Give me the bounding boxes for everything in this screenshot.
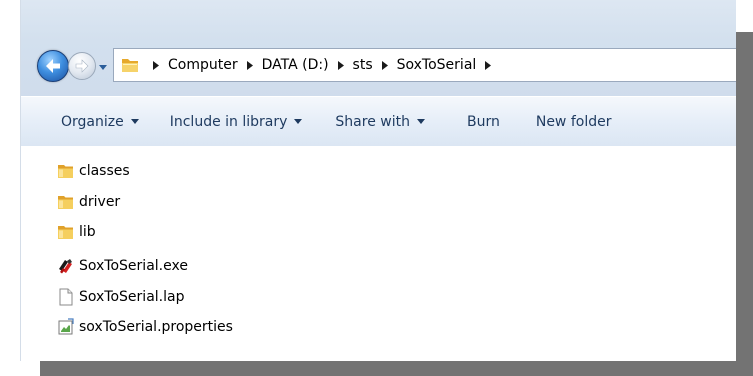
burn-label: Burn <box>466 113 500 130</box>
file-name: soxToSerial.properties <box>79 319 233 335</box>
chevron-down-icon[interactable] <box>98 62 108 72</box>
file-name: driver <box>79 194 121 210</box>
file-list: classes driver lib SoxToSerial.exe SoxTo… <box>21 146 736 361</box>
folder-icon <box>58 226 73 239</box>
file-name: classes <box>79 163 130 179</box>
folder-icon <box>58 165 73 178</box>
file-item-classes[interactable]: classes <box>57 160 130 182</box>
explorer-window: Computer DATA (D:) sts SoxToSerial Organ… <box>20 0 736 361</box>
share-with-button[interactable]: Share with <box>335 114 425 130</box>
organize-label: Organize <box>61 113 124 130</box>
address-bar[interactable]: Computer DATA (D:) sts SoxToSerial <box>113 48 736 82</box>
forward-button[interactable] <box>68 52 96 80</box>
back-arrow-icon <box>46 59 60 73</box>
include-in-library-button[interactable]: Include in library <box>170 114 303 130</box>
file-item-soxtoserial-exe[interactable]: SoxToSerial.exe <box>57 255 188 277</box>
properties-file-icon <box>58 318 74 335</box>
command-bar: Organize Include in library Share with B… <box>21 96 736 146</box>
file-name: lib <box>79 224 96 240</box>
breadcrumb-separator-icon[interactable] <box>379 57 391 73</box>
breadcrumb-separator-icon[interactable] <box>150 57 162 73</box>
breadcrumb-soxtoserial[interactable]: SoxToSerial <box>395 57 479 73</box>
window-shadow-right <box>735 32 753 376</box>
breadcrumb-sts[interactable]: sts <box>351 57 375 73</box>
breadcrumb-separator-icon[interactable] <box>335 57 347 73</box>
folder-icon <box>58 196 73 209</box>
new-folder-button[interactable]: New folder <box>536 114 612 130</box>
burn-button[interactable]: Burn <box>467 114 500 130</box>
window-shadow-bottom <box>40 361 753 376</box>
file-item-lib[interactable]: lib <box>57 221 96 243</box>
forward-arrow-icon <box>75 59 89 73</box>
file-item-driver[interactable]: driver <box>57 191 120 213</box>
window-chrome: Computer DATA (D:) sts SoxToSerial Organ… <box>21 0 736 146</box>
chevron-down-icon <box>294 118 303 124</box>
file-name: SoxToSerial.lap <box>79 289 185 305</box>
folder-icon <box>122 59 138 72</box>
breadcrumb-computer[interactable]: Computer <box>166 57 240 73</box>
chevron-down-icon <box>416 118 425 124</box>
exe-app-icon <box>59 259 72 274</box>
file-item-soxtoserial-properties[interactable]: soxToSerial.properties <box>57 316 233 338</box>
file-item-soxtoserial-lap[interactable]: SoxToSerial.lap <box>57 286 184 308</box>
navigation-bar: Computer DATA (D:) sts SoxToSerial <box>21 40 736 95</box>
share-with-label: Share with <box>335 113 410 130</box>
chevron-down-icon <box>130 118 139 124</box>
breadcrumb-data-drive[interactable]: DATA (D:) <box>260 57 331 73</box>
breadcrumb-separator-icon[interactable] <box>244 57 256 73</box>
new-folder-label: New folder <box>535 113 612 130</box>
blank-file-icon <box>59 288 73 306</box>
organize-button[interactable]: Organize <box>61 114 139 130</box>
back-button[interactable] <box>37 50 69 82</box>
include-in-library-label: Include in library <box>169 113 288 130</box>
file-name: SoxToSerial.exe <box>79 258 188 274</box>
breadcrumb-separator-icon[interactable] <box>482 57 494 73</box>
